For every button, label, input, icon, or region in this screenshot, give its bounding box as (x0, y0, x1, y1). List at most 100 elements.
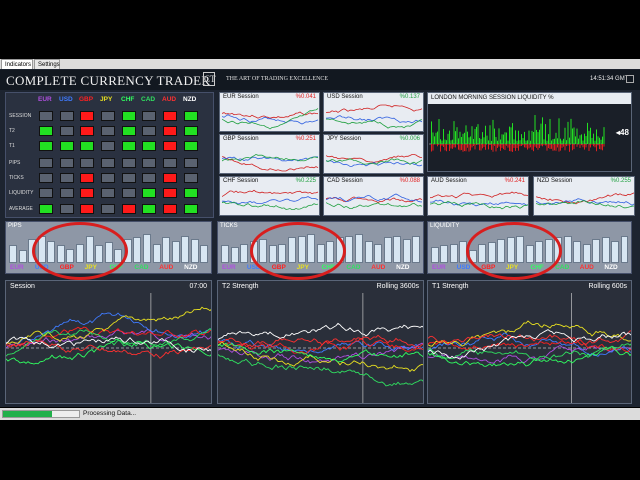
liquidity-value: ◂48 (616, 128, 629, 137)
grid-cell (122, 204, 136, 214)
liquidity-bar-down (552, 144, 554, 151)
liquidity-bar-up (572, 128, 573, 144)
brand-title: COMPLETE CURRENCY TRADER (6, 73, 211, 88)
bar-mark (152, 243, 161, 263)
currency-strength-grid: EUR USD GBP JPY CHF CAD AUD NZD SESSION T2 T1 PIPS T… (5, 92, 214, 218)
liquidity-bar-up (576, 128, 578, 144)
grid-cell (184, 173, 198, 183)
liquidity-bar-up (567, 121, 569, 144)
grid-row-label: LIQUIDITY (9, 190, 34, 196)
session-title: EUR Session (223, 94, 259, 100)
liquidity-value-text: 48 (620, 128, 629, 137)
liquidity-bar-down (536, 144, 537, 148)
grid-cell (142, 126, 156, 136)
liquidity-bar-down (440, 144, 441, 152)
grid-cell (101, 188, 115, 198)
liquidity-bar-up (600, 139, 602, 144)
highlight-circle-ticks (250, 222, 346, 280)
window-icon[interactable] (626, 75, 634, 83)
liquidity-bar-up (596, 129, 597, 144)
bar-mark (592, 239, 601, 263)
tab-settings[interactable]: Settings (34, 59, 60, 69)
grid-header-jpy: JPY (100, 96, 113, 103)
session-panel-gbp: GBP Session %0.251 (219, 134, 320, 174)
line-plot-canvas (218, 293, 423, 403)
session-panel-eur: EUR Session %0.041 (219, 92, 320, 132)
liquidity-bar-up (479, 138, 480, 144)
bar-mark (573, 240, 582, 263)
liquidity-bar-down (458, 144, 459, 150)
liquidity-bar-up (585, 136, 587, 144)
bar-panel-label-aud: AUD (371, 264, 386, 271)
grid-cell (80, 126, 94, 136)
liquidity-bar-down (459, 144, 461, 151)
liquidity-bar-up (473, 138, 474, 144)
liquidity-bar-up (570, 118, 572, 144)
bar-mark (601, 237, 610, 263)
grid-cell (39, 126, 53, 136)
grid-row-label: PIPS (9, 160, 21, 166)
liquidity-bar-up (554, 138, 555, 144)
line-series-nzd (218, 322, 423, 340)
liquidity-bar-up (531, 130, 533, 144)
liquidity-bar-down (468, 144, 470, 152)
liquidity-bar-up (527, 140, 528, 144)
grid-cell (80, 158, 94, 168)
status-text: Processing Data... (83, 410, 137, 417)
grid-cell (163, 158, 177, 168)
liquidity-bar-down (492, 144, 494, 152)
liquidity-bar-up (471, 126, 473, 144)
liquidity-bar-up (458, 138, 459, 144)
liquidity-bar-up (582, 140, 584, 144)
liquidity-bar-down (539, 144, 540, 149)
liquidity-bar-up (500, 139, 501, 144)
liquidity-bar-up (528, 130, 530, 144)
liquidity-bar-down (540, 144, 542, 146)
session-sparkline (430, 191, 528, 210)
session-sparkline (222, 153, 319, 172)
liquidity-bar-up (537, 132, 539, 144)
progress-bar (2, 410, 80, 418)
bar-panel-label-aud: AUD (579, 264, 594, 271)
bar-mark (18, 250, 27, 263)
grid-cell (39, 111, 53, 121)
liquidity-bar-down (525, 144, 527, 148)
liquidity-bar-up (578, 138, 579, 144)
bar-mark (355, 234, 364, 263)
liquidity-bar-up (452, 139, 453, 144)
tab-indicators[interactable]: Indicators (1, 59, 33, 69)
line-plot-3: T1 Strength Rolling 600s (427, 280, 632, 404)
liquidity-bar-up (503, 134, 504, 144)
bar-panel-title: PIPS (8, 223, 22, 229)
liquidity-bar-down (453, 144, 455, 148)
liquidity-bar-up (476, 126, 477, 144)
liquidity-bar-down (524, 144, 525, 148)
liquidity-bar-up (449, 130, 450, 144)
grid-cell (60, 158, 74, 168)
grid-row-label: AVERAGE (9, 206, 33, 212)
liquidity-bar-up (569, 137, 570, 144)
liquidity-bar-down (576, 144, 578, 147)
liquidity-bar-up (498, 128, 500, 144)
bar-mark (345, 235, 354, 263)
grid-cell (142, 141, 156, 151)
session-title: CHF Session (223, 178, 259, 184)
liquidity-bar-down (590, 144, 591, 148)
session-title: USD Session (327, 94, 363, 100)
session-value: %0.006 (399, 136, 420, 142)
liquidity-bar-up (560, 138, 561, 144)
liquidity-bar-down (567, 144, 569, 146)
liquidity-bar-up (438, 119, 440, 144)
bar-mark (449, 243, 458, 263)
session-panel-usd: USD Session %0.137 (323, 92, 424, 132)
grid-cell (39, 204, 53, 214)
session-value: %0.225 (295, 178, 316, 184)
line-plot-canvas (428, 293, 631, 403)
liquidity-bar-down (491, 144, 492, 150)
liquidity-bar-down (444, 144, 446, 151)
liquidity-bar-down (563, 144, 564, 147)
liquidity-bar-down (519, 144, 521, 147)
liquidity-bar-down (585, 144, 587, 148)
liquidity-bar-up (558, 118, 560, 144)
tab-bar: Indicators Settings (0, 59, 640, 69)
